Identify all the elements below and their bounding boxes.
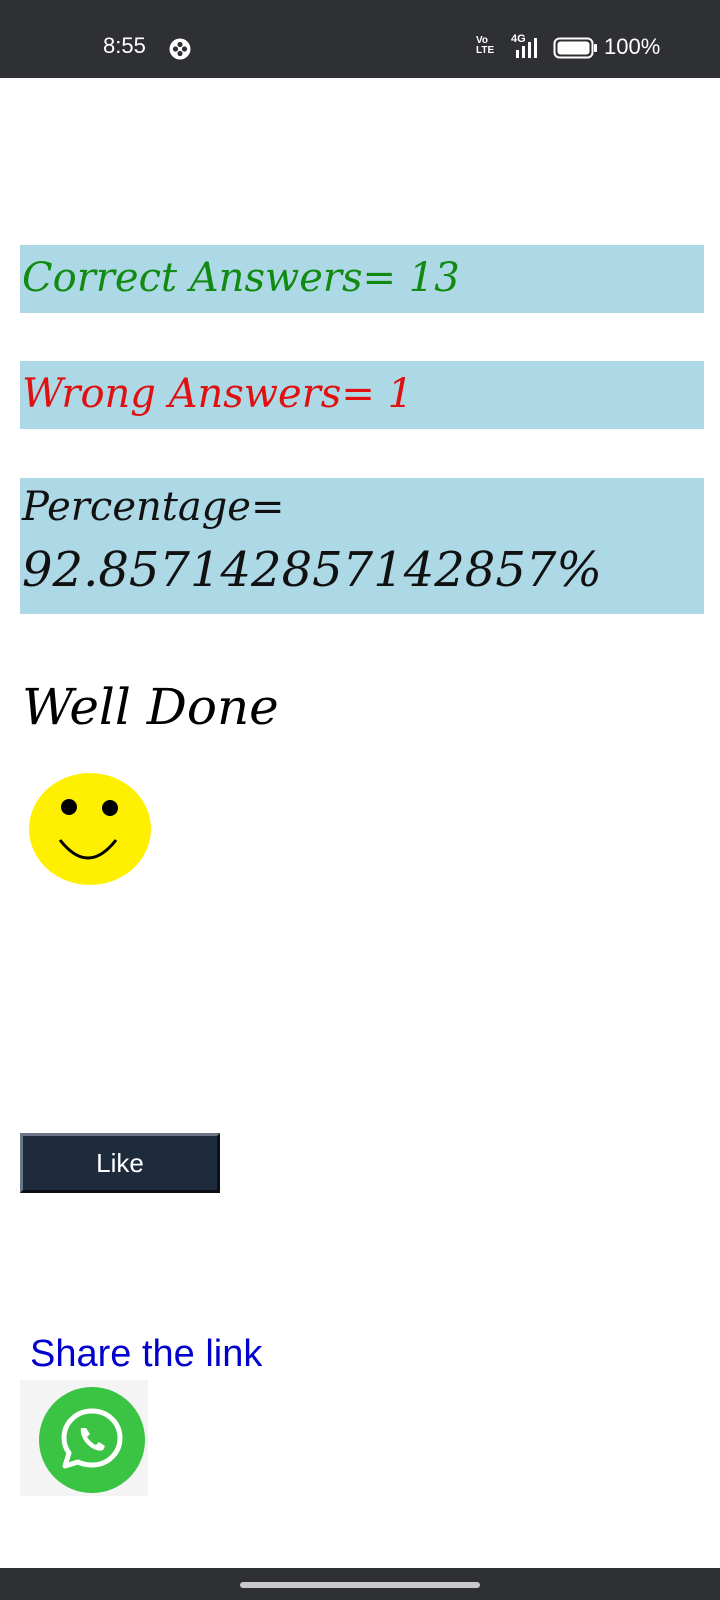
whatsapp-share-button[interactable] xyxy=(20,1380,148,1496)
status-time: 8:55 xyxy=(103,33,146,58)
smiley-face-icon xyxy=(29,773,151,885)
gesture-handle[interactable] xyxy=(240,1582,480,1588)
wrong-answers-box: Wrong Answers= 1 xyxy=(20,361,704,429)
correct-answers-text: Correct Answers= 13 xyxy=(22,255,460,301)
percentage-box: Percentage= 92.857142857142857% xyxy=(20,478,704,614)
percentage-label: Percentage= xyxy=(22,484,285,530)
navigation-bar xyxy=(0,1568,720,1600)
wrong-answers-text: Wrong Answers= 1 xyxy=(22,371,414,417)
game-controller-icon xyxy=(169,38,191,60)
volte-indicator: Vo LTE xyxy=(476,36,494,56)
share-link[interactable]: Share the link xyxy=(30,1333,262,1376)
percentage-value: 92.857142857142857% xyxy=(22,542,603,598)
status-bar: 8:55 Vo LTE 4G 100% xyxy=(0,0,720,78)
well-done-message: Well Done xyxy=(22,678,279,736)
volte-line2: LTE xyxy=(476,45,495,56)
like-button[interactable]: Like xyxy=(20,1133,220,1193)
signal-bars-icon xyxy=(516,38,537,58)
battery-percentage: 100% xyxy=(604,34,661,59)
whatsapp-icon xyxy=(39,1387,145,1493)
battery-icon xyxy=(553,37,597,59)
correct-answers-box: Correct Answers= 13 xyxy=(20,245,704,313)
